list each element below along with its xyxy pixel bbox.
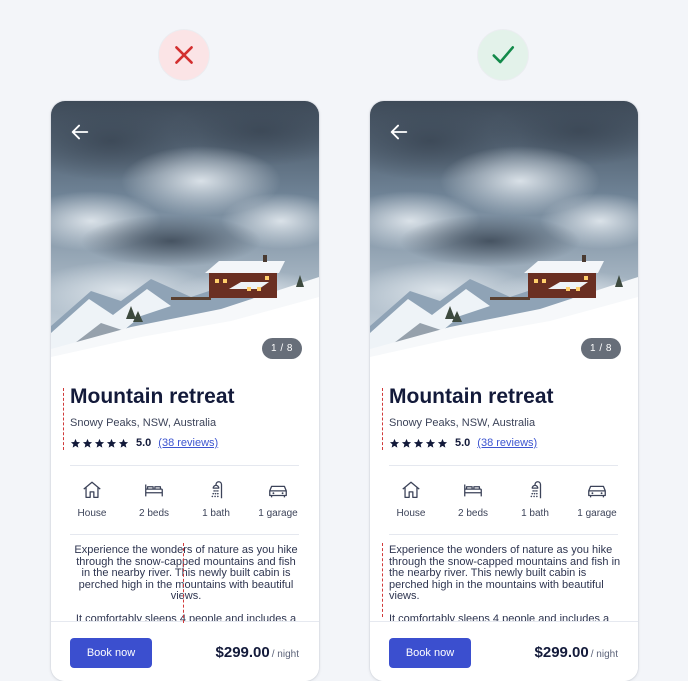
photo-counter: 1 / 8 <box>262 338 302 359</box>
amenity-label: House <box>396 508 426 519</box>
price-amount: $299.00 <box>534 644 589 661</box>
description-paragraph: Experience the wonders of nature as you … <box>74 544 298 602</box>
rating-row: 5.0 (38 reviews) <box>70 436 218 450</box>
amenity-label: House <box>77 508 107 519</box>
listing-title: Mountain retreat <box>389 385 554 408</box>
divider <box>389 465 618 466</box>
price: $299.00/ night <box>216 644 299 661</box>
check-mark-icon <box>492 46 515 64</box>
listing-card-correct: 1 / 8 Mountain retreat Snowy Peaks, NSW,… <box>370 101 638 681</box>
car-icon <box>586 479 608 501</box>
star-rating <box>389 438 448 449</box>
alignment-guide <box>183 543 184 623</box>
hero-photo[interactable] <box>51 101 319 369</box>
house-icon <box>81 479 103 501</box>
amenity-garage: 1 garage <box>566 479 628 525</box>
book-now-button[interactable]: Book now <box>389 638 471 668</box>
bed-icon <box>462 479 484 501</box>
listing-location: Snowy Peaks, NSW, Australia <box>70 417 217 429</box>
mountain-cabin-photo <box>370 101 638 369</box>
back-arrow-icon[interactable] <box>388 121 410 143</box>
alignment-guide <box>382 543 383 617</box>
divider <box>389 534 618 535</box>
bed-icon <box>143 479 165 501</box>
star-icon <box>82 438 93 449</box>
price-unit: / night <box>590 649 618 660</box>
booking-footer: Book now $299.00/ night <box>51 621 319 681</box>
book-now-button[interactable]: Book now <box>70 638 152 668</box>
amenity-beds: 2 beds <box>442 479 504 525</box>
amenity-bath: 1 bath <box>504 479 566 525</box>
amenity-label: 2 beds <box>138 508 170 519</box>
rating-row: 5.0 (38 reviews) <box>389 436 537 450</box>
star-icon <box>106 438 117 449</box>
amenities-row: House 2 beds 1 bath 1 garage <box>61 479 309 525</box>
x-mark-icon <box>175 46 193 64</box>
mountain-cabin-photo <box>51 101 319 369</box>
star-rating <box>70 438 129 449</box>
star-icon <box>94 438 105 449</box>
amenity-label: 2 beds <box>457 508 489 519</box>
rating-score: 5.0 <box>455 437 471 449</box>
amenity-label: 1 bath <box>521 508 549 519</box>
star-icon <box>413 438 424 449</box>
amenity-label: 1 garage <box>258 508 298 519</box>
amenity-house: House <box>380 479 442 525</box>
price: $299.00/ night <box>535 644 618 661</box>
listing-location: Snowy Peaks, NSW, Australia <box>389 417 536 429</box>
rating-score: 5.0 <box>136 437 152 449</box>
alignment-guide <box>382 388 383 450</box>
star-icon <box>425 438 436 449</box>
star-icon <box>389 438 400 449</box>
amenity-label: 1 bath <box>202 508 230 519</box>
price-unit: / night <box>271 649 299 660</box>
car-icon <box>267 479 289 501</box>
alignment-guide <box>63 388 64 450</box>
correct-badge <box>478 30 528 80</box>
listing-title: Mountain retreat <box>70 385 235 408</box>
star-icon <box>118 438 129 449</box>
amenities-row: House 2 beds 1 bath 1 garage <box>380 479 628 525</box>
amenity-beds: 2 beds <box>123 479 185 525</box>
hero-photo[interactable] <box>370 101 638 369</box>
back-arrow-icon[interactable] <box>69 121 91 143</box>
star-icon <box>70 438 81 449</box>
amenity-house: House <box>61 479 123 525</box>
price-amount: $299.00 <box>215 644 270 661</box>
amenity-garage: 1 garage <box>247 479 309 525</box>
description-paragraph: Experience the wonders of nature as you … <box>389 544 621 602</box>
amenity-label: 1 garage <box>577 508 617 519</box>
shower-icon <box>524 479 546 501</box>
incorrect-badge <box>159 30 209 80</box>
shower-icon <box>205 479 227 501</box>
listing-card-incorrect: 1 / 8 Mountain retreat Snowy Peaks, NSW,… <box>51 101 319 681</box>
amenity-bath: 1 bath <box>185 479 247 525</box>
photo-counter: 1 / 8 <box>581 338 621 359</box>
booking-footer: Book now $299.00/ night <box>370 621 638 681</box>
reviews-link[interactable]: (38 reviews) <box>158 437 218 449</box>
star-icon <box>401 438 412 449</box>
divider <box>70 465 299 466</box>
house-icon <box>400 479 422 501</box>
star-icon <box>437 438 448 449</box>
divider <box>70 534 299 535</box>
reviews-link[interactable]: (38 reviews) <box>477 437 537 449</box>
